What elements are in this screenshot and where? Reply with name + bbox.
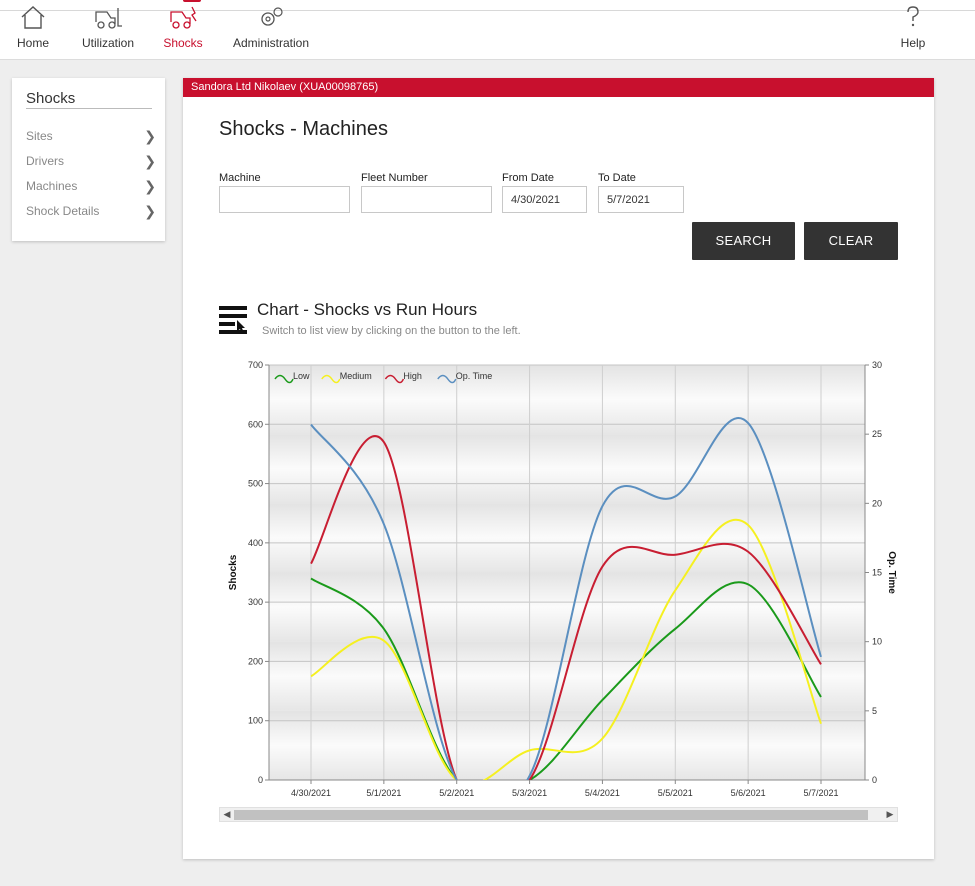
search-button[interactable]: SEARCH <box>692 222 795 260</box>
shocks-chart: 0 100 200 300 400 500 600 700 0 5 10 15 20 25 30 4/30/2… <box>228 360 897 798</box>
x-tick-label: 4/30/2021 <box>291 788 331 798</box>
scroll-right-arrow-icon[interactable]: ▶ <box>883 808 897 821</box>
horizontal-scrollbar[interactable]: ◀ ▶ <box>219 807 898 822</box>
fleet-number-label: Fleet Number <box>361 172 428 184</box>
chevron-right-icon: ❯ <box>144 128 156 144</box>
x-tick-label: 5/2/2021 <box>439 788 474 798</box>
y2-tick-label: 0 <box>872 775 877 785</box>
sidebar-item-machines[interactable]: Machines ❯ <box>26 178 156 199</box>
x-tick-label: 5/5/2021 <box>658 788 693 798</box>
chevron-right-icon: ❯ <box>144 203 156 219</box>
sidebar-item-label: Shock Details <box>26 204 100 218</box>
to-date-label: To Date <box>598 172 636 184</box>
y-tick-label: 700 <box>248 360 263 370</box>
nav-home-label: Home <box>16 36 49 50</box>
y2-tick-label: 20 <box>872 498 882 508</box>
y2-axis-title: Op. Time <box>886 551 897 594</box>
y-tick-label: 200 <box>248 656 263 666</box>
sidebar-item-drivers[interactable]: Drivers ❯ <box>26 153 156 174</box>
sidebar-item-label: Sites <box>26 129 53 143</box>
sidebar: Shocks Sites ❯ Drivers ❯ Machines ❯ Shoc… <box>12 78 165 241</box>
main-card: Sandora Ltd Nikolaev (XUA00098765) Shock… <box>183 78 934 859</box>
y-tick-label: 100 <box>248 716 263 726</box>
nav-shocks[interactable]: Shocks <box>158 0 208 56</box>
question-icon <box>907 6 919 27</box>
y-tick-label: 500 <box>248 479 263 489</box>
nav-help[interactable]: Help <box>893 0 933 56</box>
plot-band <box>269 503 865 573</box>
y2-tick-label: 5 <box>872 706 877 716</box>
gears-icon <box>261 7 283 26</box>
fleet-number-input[interactable] <box>361 186 492 213</box>
y-tick-label: 0 <box>258 775 263 785</box>
sidebar-item-shock-details[interactable]: Shock Details ❯ <box>26 203 156 224</box>
chevron-right-icon: ❯ <box>144 153 156 169</box>
y2-tick-label: 25 <box>872 429 882 439</box>
sidebar-divider <box>26 108 152 109</box>
machine-label: Machine <box>219 172 261 184</box>
list-view-icon[interactable] <box>219 306 249 334</box>
nav-utilization[interactable]: Utilization <box>78 0 138 56</box>
forklift-icon <box>95 8 122 29</box>
chevron-right-icon: ❯ <box>144 178 156 194</box>
sidebar-item-label: Drivers <box>26 154 64 168</box>
machine-input[interactable] <box>219 186 350 213</box>
top-accent-line <box>0 0 975 11</box>
legend-label-op-time: Op. Time <box>456 371 493 381</box>
x-tick-label: 5/1/2021 <box>366 788 401 798</box>
top-navigation: Home Utilization Shocks Administration H… <box>0 0 975 60</box>
from-date-input[interactable] <box>502 186 587 213</box>
x-tick-label: 5/4/2021 <box>585 788 620 798</box>
legend-label-low: Low <box>293 371 310 381</box>
nav-utilization-label: Utilization <box>81 36 135 50</box>
plot-band <box>269 641 865 711</box>
x-tick-label: 5/6/2021 <box>731 788 766 798</box>
scrollbar-thumb[interactable] <box>234 810 868 820</box>
chart-title: Chart - Shocks vs Run Hours <box>257 300 478 319</box>
plot-band <box>269 434 865 504</box>
nav-administration-label: Administration <box>232 36 310 50</box>
scroll-left-arrow-icon[interactable]: ◀ <box>220 808 234 821</box>
legend-label-medium: Medium <box>340 371 372 381</box>
y2-tick-label: 10 <box>872 637 882 647</box>
y2-tick-label: 30 <box>872 360 882 370</box>
y-tick-label: 600 <box>248 419 263 429</box>
chart-subtitle: Switch to list view by clicking on the b… <box>262 325 521 337</box>
nav-home[interactable]: Home <box>8 0 58 56</box>
y-tick-label: 400 <box>248 538 263 548</box>
house-icon <box>21 6 45 29</box>
to-date-input[interactable] <box>598 186 684 213</box>
nav-administration[interactable]: Administration <box>228 0 314 56</box>
y2-tick-label: 15 <box>872 568 882 578</box>
x-tick-label: 5/7/2021 <box>803 788 838 798</box>
nav-shocks-label: Shocks <box>163 36 203 50</box>
legend-label-high: High <box>403 371 422 381</box>
sidebar-title: Shocks <box>26 90 76 107</box>
clear-button[interactable]: CLEAR <box>804 222 898 260</box>
page-title: Shocks - Machines <box>219 118 388 140</box>
y-tick-label: 300 <box>248 597 263 607</box>
sidebar-item-label: Machines <box>26 179 78 193</box>
sidebar-item-sites[interactable]: Sites ❯ <box>26 128 156 149</box>
x-tick-label: 5/3/2021 <box>512 788 547 798</box>
forklift-shock-icon <box>170 6 197 29</box>
customer-banner: Sandora Ltd Nikolaev (XUA00098765) <box>183 78 934 97</box>
y-axis-title: Shocks <box>228 554 239 590</box>
from-date-label: From Date <box>502 172 554 184</box>
nav-help-label: Help <box>900 36 926 50</box>
